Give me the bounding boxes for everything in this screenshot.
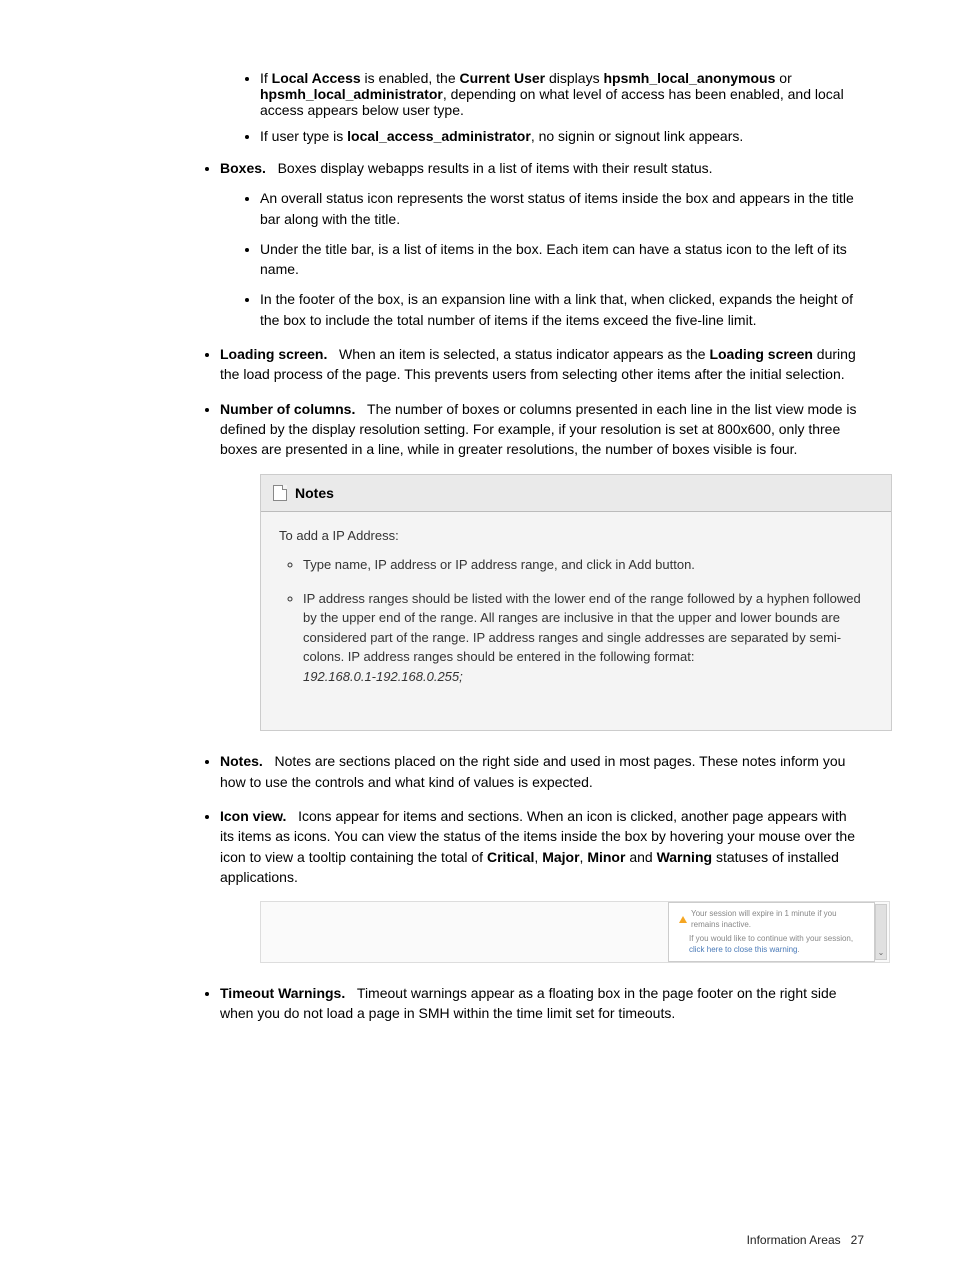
timeout-figure: Your session will expire in 1 minute if … bbox=[260, 901, 890, 963]
scrollbar[interactable]: ⌄ bbox=[875, 904, 887, 960]
document-icon bbox=[273, 485, 287, 501]
text: When an item is selected, a status indic… bbox=[339, 346, 709, 362]
ip-range-example: 192.168.0.1-192.168.0.255; bbox=[303, 669, 463, 684]
item-label: Timeout Warnings. bbox=[220, 985, 345, 1001]
bold-text: local_access_administrator bbox=[347, 128, 531, 144]
bold-text: Warning bbox=[657, 849, 712, 865]
bold-text: Loading screen bbox=[709, 346, 812, 362]
footer-section: Information Areas bbox=[747, 1233, 841, 1247]
page-footer: Information Areas 27 bbox=[747, 1233, 864, 1247]
notes-figure-title: Notes bbox=[295, 483, 334, 503]
text: , no signin or signout link appears. bbox=[531, 128, 743, 144]
notes-figure-intro: To add a IP Address: bbox=[279, 526, 873, 546]
bold-text: Major bbox=[542, 849, 579, 865]
item-label: Notes. bbox=[220, 753, 263, 769]
item-label: Number of columns. bbox=[220, 401, 355, 417]
local-access-sub2: If user type is local_access_administrat… bbox=[260, 128, 864, 144]
timeout-item: Timeout Warnings. Timeout warnings appea… bbox=[220, 983, 864, 1024]
document-page: If Local Access is enabled, the Current … bbox=[0, 0, 954, 1024]
local-access-sublist: If Local Access is enabled, the Current … bbox=[90, 70, 864, 144]
text: If bbox=[260, 70, 272, 86]
boxes-item: Boxes. Boxes display webapps results in … bbox=[220, 158, 864, 330]
notes-figure-item1: Type name, IP address or IP address rang… bbox=[303, 555, 873, 575]
boxes-sublist: An overall status icon represents the wo… bbox=[220, 188, 864, 330]
timeout-warning-box: Your session will expire in 1 minute if … bbox=[668, 902, 875, 962]
chevron-down-icon: ⌄ bbox=[878, 947, 885, 959]
bold-text: Local Access bbox=[272, 70, 361, 86]
bold-text: Minor bbox=[587, 849, 625, 865]
item-text: Notes are sections placed on the right s… bbox=[220, 753, 845, 789]
boxes-sub2: Under the title bar, is a list of items … bbox=[260, 239, 864, 280]
bold-text: Current User bbox=[460, 70, 546, 86]
timeout-line2: If you would like to continue with your … bbox=[679, 934, 864, 955]
notes-figure-body: To add a IP Address: Type name, IP addre… bbox=[261, 512, 891, 731]
boxes-sub3: In the footer of the box, is an expansio… bbox=[260, 289, 864, 330]
notes-figure: Notes To add a IP Address: Type name, IP… bbox=[260, 474, 892, 732]
item-label: Loading screen. bbox=[220, 346, 327, 362]
iconview-item: Icon view. Icons appear for items and se… bbox=[220, 806, 864, 963]
footer-page-number: 27 bbox=[851, 1233, 864, 1247]
notes-figure-title-bar: Notes bbox=[261, 475, 891, 512]
notes-figure-list: Type name, IP address or IP address rang… bbox=[279, 555, 873, 686]
notes-figure-item2: IP address ranges should be listed with … bbox=[303, 589, 873, 687]
text: or bbox=[775, 70, 791, 86]
timeout-text1: Your session will expire in 1 minute if … bbox=[691, 909, 864, 930]
warning-icon bbox=[679, 916, 687, 923]
main-bullet-list: Boxes. Boxes display webapps results in … bbox=[90, 158, 864, 1024]
notes-item: Notes. Notes are sections placed on the … bbox=[220, 751, 864, 792]
timeout-close-link[interactable]: click here to close this warning bbox=[689, 945, 798, 954]
text: is enabled, the bbox=[361, 70, 460, 86]
columns-item: Number of columns. The number of boxes o… bbox=[220, 399, 864, 732]
item-label: Icon view. bbox=[220, 808, 286, 824]
text: and bbox=[625, 849, 656, 865]
item-label: Boxes. bbox=[220, 160, 266, 176]
bold-text: hpsmh_local_anonymous bbox=[603, 70, 775, 86]
timeout-text2: If you would like to continue with your … bbox=[689, 934, 853, 943]
bold-text: Critical bbox=[487, 849, 534, 865]
timeout-line1: Your session will expire in 1 minute if … bbox=[679, 909, 864, 930]
local-access-sub1: If Local Access is enabled, the Current … bbox=[260, 70, 864, 118]
text: If user type is bbox=[260, 128, 347, 144]
item-text: Boxes display webapps results in a list … bbox=[278, 160, 713, 176]
boxes-sub1: An overall status icon represents the wo… bbox=[260, 188, 864, 229]
text: IP address ranges should be listed with … bbox=[303, 591, 861, 665]
bold-text: hpsmh_local_administrator bbox=[260, 86, 443, 102]
loading-item: Loading screen. When an item is selected… bbox=[220, 344, 864, 385]
text: displays bbox=[545, 70, 603, 86]
